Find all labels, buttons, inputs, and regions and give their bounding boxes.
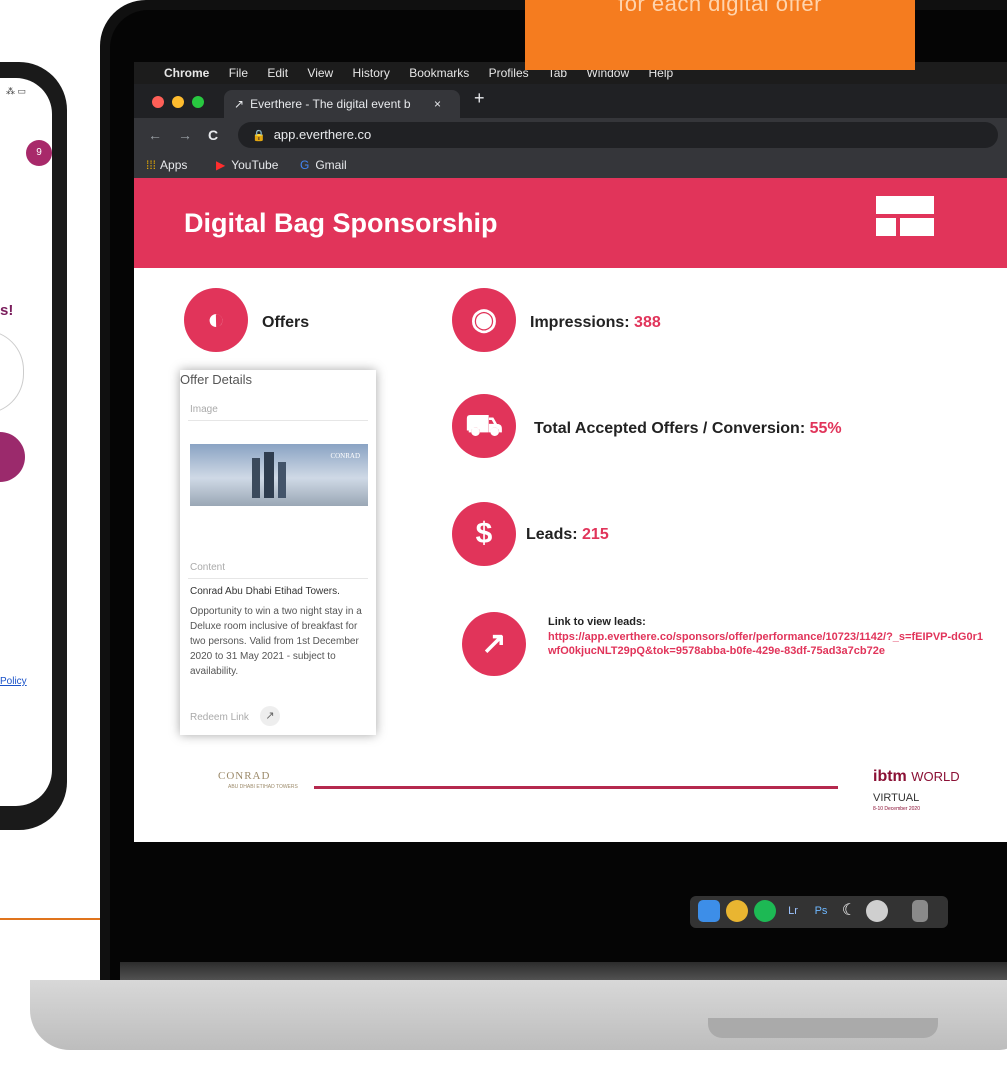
shopping-cart-icon: ⛟ <box>452 394 516 458</box>
bookmark-gmail-label: Gmail <box>315 158 347 172</box>
bookmark-apps-label: Apps <box>160 158 188 172</box>
phone-status-icons: ⁂ ▭ <box>6 86 27 96</box>
spotify-icon[interactable] <box>754 900 776 922</box>
content-label: Content <box>190 562 226 573</box>
bookmark-youtube[interactable]: ▶ YouTube <box>216 152 278 178</box>
menu-profiles[interactable]: Profiles <box>489 66 529 80</box>
leads-stat: Leads: 215 <box>526 526 609 544</box>
bookmark-youtube-label: YouTube <box>231 158 279 172</box>
leads-label: Leads: <box>526 526 578 543</box>
bookmark-apps[interactable]: ⁞⁞⁞ Apps <box>146 152 187 178</box>
ibtm-dates: 8-10 December 2020 <box>873 806 920 812</box>
everthere-favicon-icon: ↗ <box>234 97 245 111</box>
impressions-label: Impressions: <box>530 314 630 331</box>
macos-dock: Lr Ps ☾ <box>690 896 948 928</box>
browser-tab[interactable]: ↗ Everthere - The digital event b × <box>224 90 460 118</box>
ibtm-wordmark: ibtm <box>873 768 907 785</box>
menu-edit[interactable]: Edit <box>267 66 288 80</box>
maximize-window-button[interactable] <box>192 96 204 108</box>
notification-badge[interactable]: 9 <box>26 140 52 166</box>
ibtm-virtual: VIRTUAL <box>873 792 920 804</box>
conversion-value: 55% <box>809 420 842 437</box>
offer-details-title: Offer Details <box>180 372 253 387</box>
menu-history[interactable]: History <box>353 66 390 80</box>
brand-logo-block <box>876 218 896 236</box>
leads-value: 215 <box>582 526 609 543</box>
bookmark-gmail[interactable]: G Gmail <box>300 152 347 178</box>
dollar-icon: $ <box>452 502 516 566</box>
menu-view[interactable]: View <box>307 66 333 80</box>
tower-shape <box>278 462 286 498</box>
tab-strip: ↗ Everthere - The digital event b × + <box>134 84 1007 118</box>
tab-close-icon[interactable]: × <box>434 90 441 118</box>
finder-icon[interactable] <box>698 900 720 922</box>
lightroom-icon[interactable]: Lr <box>782 900 804 922</box>
minimize-window-button[interactable] <box>172 96 184 108</box>
menu-bookmarks[interactable]: Bookmarks <box>409 66 469 80</box>
offer-description: Opportunity to win a two night stay in a… <box>190 606 362 677</box>
page-title: Digital Bag Sponsorship <box>184 208 498 238</box>
youtube-icon: ▶ <box>216 158 226 172</box>
callout-text: for each digital offer <box>618 0 822 16</box>
laptop-screen: Chrome File Edit View History Bookmarks … <box>134 62 1007 842</box>
globe-icon: ◐ <box>184 288 248 352</box>
laptop-notch <box>708 1018 938 1038</box>
brand-logo-block <box>900 218 934 236</box>
offer-image: CONRAD <box>190 444 368 506</box>
conrad-logo-sub: ABU DHABI ETIHAD TOWERS <box>228 784 298 790</box>
eye-icon: ◉ <box>452 288 516 352</box>
divider <box>188 420 368 421</box>
offers-label: Offers <box>262 314 310 331</box>
address-url: app.everthere.co <box>273 127 372 142</box>
brand-logo-block <box>876 196 934 214</box>
conrad-logo: CONRAD <box>218 770 271 782</box>
page-header: Digital Bag Sponsorship <box>134 178 1007 268</box>
menu-file[interactable]: File <box>229 66 248 80</box>
forward-icon[interactable]: → <box>178 127 192 143</box>
tower-shape <box>264 452 274 498</box>
privacy-policy-link[interactable]: Policy <box>0 676 27 687</box>
open-external-icon[interactable]: ↗ <box>260 706 280 726</box>
chrome-icon[interactable] <box>726 900 748 922</box>
browser-toolbar: ← → C 🔒 app.everthere.co <box>134 118 1007 152</box>
offer-heading: Conrad Abu Dhabi Etihad Towers. <box>190 586 340 597</box>
divider <box>188 578 368 579</box>
lock-icon: 🔒 <box>252 130 266 142</box>
settings-icon[interactable] <box>866 900 888 922</box>
footer-divider <box>314 786 838 789</box>
impressions-value: 388 <box>634 314 661 331</box>
bookmarks-bar: ⁞⁞⁞ Apps ▶ YouTube G Gmail <box>134 152 1007 178</box>
conversion-label: Total Accepted Offers / Conversion: <box>534 420 806 437</box>
phone-heading-fragment: s! <box>0 302 14 319</box>
laptop-base <box>30 980 1007 1050</box>
leads-link[interactable]: https://app.everthere.co/sponsors/offer/… <box>548 630 988 658</box>
google-icon: G <box>300 158 310 172</box>
tab-title: Everthere - The digital event b <box>250 97 411 111</box>
trending-up-icon: ↗ <box>462 612 526 676</box>
close-window-button[interactable] <box>152 96 164 108</box>
link-label: Link to view leads: <box>548 616 646 628</box>
apps-grid-icon: ⁞⁞⁞ <box>146 158 157 172</box>
redeem-link-label: Redeem Link <box>190 712 249 723</box>
conversion-stat: Total Accepted Offers / Conversion: 55% <box>534 420 842 438</box>
new-tab-button[interactable]: + <box>474 88 485 109</box>
menu-chrome[interactable]: Chrome <box>164 66 209 80</box>
impressions-stat: Impressions: 388 <box>530 314 661 332</box>
offer-details-card: Offer Details Image CONRAD Content Conra… <box>180 370 376 735</box>
address-bar[interactable]: 🔒 app.everthere.co <box>238 122 998 148</box>
tower-shape <box>252 458 260 498</box>
trash-icon[interactable] <box>912 900 928 922</box>
callout-box: for each digital offer <box>525 0 915 70</box>
night-mode-icon[interactable]: ☾ <box>838 900 860 922</box>
offer-image-caption: CONRAD <box>330 452 360 460</box>
reload-icon[interactable]: C <box>208 127 218 143</box>
ibtm-world: WORLD <box>911 769 960 784</box>
back-icon[interactable]: ← <box>148 127 162 143</box>
ibtm-logo: ibtm WORLD <box>873 768 960 786</box>
image-label: Image <box>190 404 218 415</box>
photoshop-icon[interactable]: Ps <box>810 900 832 922</box>
